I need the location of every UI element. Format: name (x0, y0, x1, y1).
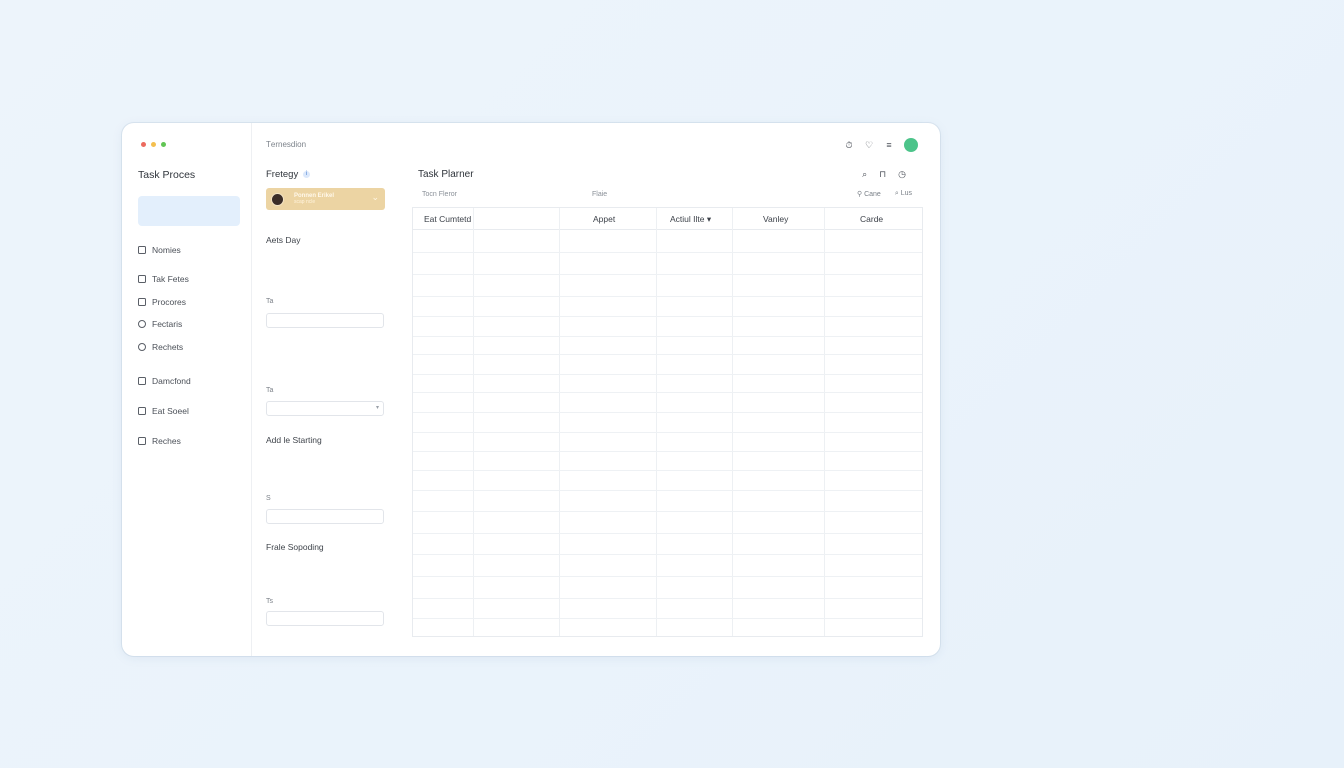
filter-field-label: Ta (266, 387, 274, 394)
profile-selector[interactable]: Ponnen Erikel scap ncle ⌄ (266, 188, 385, 210)
sidebar-item-fectaris[interactable]: Fectaris (138, 319, 182, 329)
table-row-divider (413, 336, 922, 337)
table-row-divider (413, 576, 922, 577)
table-column-divider (473, 208, 474, 636)
table-row-divider (413, 374, 922, 375)
main-toolbar: ⌕ ⊓ ◷ (862, 169, 906, 180)
table-row-divider (413, 490, 922, 491)
table-row-divider (413, 598, 922, 599)
filters-title: Fretegy i (266, 169, 310, 180)
table-row-divider (413, 554, 922, 555)
list-label: Lus (900, 190, 912, 197)
chevron-down-icon: ▾ (375, 405, 379, 411)
sidebar-item-label: Tak Fetes (152, 274, 189, 284)
table-row-divider (413, 618, 922, 619)
menu-icon[interactable]: ≡ (884, 140, 894, 150)
table-row-divider (413, 274, 922, 275)
table-column-divider (656, 208, 657, 636)
book-icon (138, 246, 146, 254)
sidebar-item-rechets[interactable]: Rechets (138, 342, 183, 352)
column-header[interactable]: Appet (593, 214, 615, 224)
table-row-divider (413, 296, 922, 297)
column-header-sortable[interactable]: Actiul Ilte ▾ (670, 214, 711, 225)
table-row-divider (413, 432, 922, 433)
table-row-divider (413, 354, 922, 355)
sidebar-item-procores[interactable]: Procores (138, 297, 186, 307)
table-column-divider (824, 208, 825, 636)
sidebar-item-tak-fetes[interactable]: Tak Fetes (138, 274, 189, 284)
square-icon (138, 407, 146, 415)
sort-label: Cane (864, 191, 881, 198)
subheader-actions: ⚲ Cane ⌕ Lus (857, 190, 912, 198)
app-title: Task Proces (138, 169, 196, 181)
column-header-label: Actiul Ilte (670, 214, 705, 224)
sidebar-item-reches[interactable]: Reches (138, 436, 181, 446)
square-icon (138, 275, 146, 283)
sidebar-item-label: Procores (152, 297, 187, 307)
filter-field-label: Ts (266, 598, 273, 605)
table-header: Eat Cumtetd Appet Actiul Ilte ▾ Vanley C… (413, 208, 922, 230)
table-row-divider (413, 252, 922, 253)
table-column-divider (732, 208, 733, 636)
column-header[interactable]: Eat Cumtetd (424, 214, 471, 224)
filter-field-label: S (266, 495, 271, 502)
sidebar-item-nomies[interactable]: Nomies (138, 245, 181, 255)
subheader-mid: Flaie (592, 191, 608, 198)
heart-icon[interactable]: ♡ (864, 140, 874, 150)
sidebar-item-damcfond[interactable]: Damcfond (138, 376, 191, 386)
sort-button[interactable]: ⚲ Cane (857, 190, 881, 198)
sort-indicator-icon: ▾ (706, 214, 712, 224)
filter-section-label: Frale Sopoding (266, 542, 324, 552)
column-header[interactable]: Carde (860, 214, 883, 224)
window-title: Тernesdion (266, 140, 307, 149)
search-icon[interactable]: ⌕ (862, 169, 867, 180)
table-row-divider (413, 412, 922, 413)
table-row-divider (413, 451, 922, 452)
profile-subtitle: scap ncle (294, 199, 316, 205)
circle-icon (138, 320, 146, 328)
sidebar-item-label: Reches (152, 436, 181, 446)
app-window: Task Proces Nomies Tak Fetes Procores Fe… (122, 123, 940, 656)
chevron-down-icon: ⌄ (371, 192, 379, 202)
sidebar: Task Proces Nomies Tak Fetes Procores Fe… (122, 123, 252, 656)
filter-section-label: Aets Day (266, 235, 301, 245)
sidebar-item-label: Eat Soeel (152, 406, 189, 416)
square-icon (138, 298, 146, 306)
avatar (271, 192, 284, 206)
subheader-left: Tocn Fleror (422, 191, 458, 198)
task-table: Eat Cumtetd Appet Actiul Ilte ▾ Vanley C… (412, 207, 923, 637)
table-row-divider (413, 392, 922, 393)
filter-select[interactable]: ▾ (266, 401, 384, 416)
sidebar-highlight-block[interactable] (138, 196, 240, 226)
list-button[interactable]: ⌕ Lus (895, 190, 912, 198)
table-row-divider (413, 316, 922, 317)
filter-field-label: Ta (266, 298, 274, 305)
sidebar-item-label: Nomies (152, 245, 181, 255)
filters-title-text: Fretegy (266, 169, 299, 180)
settings-icon[interactable]: ◷ (898, 169, 906, 180)
filter-section-label: Add le Starting (266, 435, 322, 445)
table-row-divider (413, 511, 922, 512)
table-row-divider (413, 470, 922, 471)
table-column-divider (559, 208, 560, 636)
sidebar-item-label: Fectaris (152, 319, 183, 329)
lock-icon[interactable]: ⊓ (879, 169, 886, 180)
sidebar-item-label: Damcfond (152, 376, 191, 386)
toolbar: ⏱ ♡ ≡ (844, 138, 918, 152)
filter-input[interactable] (266, 611, 384, 626)
column-header[interactable]: Vanley (763, 214, 788, 224)
info-icon[interactable]: i (302, 170, 310, 178)
filter-input[interactable] (266, 509, 384, 524)
page-title: Task Plarner (418, 169, 474, 180)
clock-icon[interactable]: ⏱ (844, 140, 854, 150)
sidebar-item-label: Rechets (152, 342, 184, 352)
table-row-divider (413, 533, 922, 534)
sidebar-item-eat-soeel[interactable]: Eat Soeel (138, 406, 189, 416)
filter-input[interactable] (266, 313, 384, 328)
clock-icon (138, 437, 146, 445)
lock-icon (138, 377, 146, 385)
user-avatar-button[interactable] (904, 138, 918, 152)
circle-icon (138, 343, 146, 351)
